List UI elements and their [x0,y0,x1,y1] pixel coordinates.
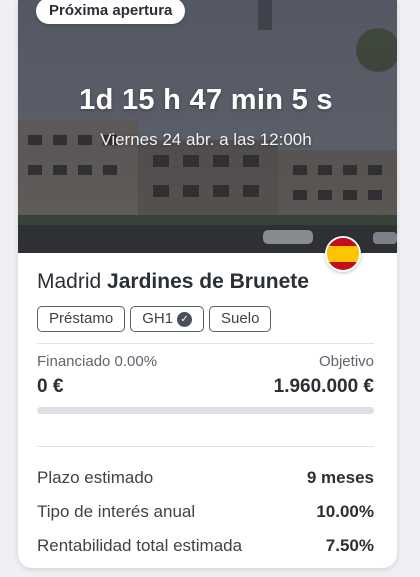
project-title: Madrid Jardines de Brunete [37,270,309,294]
hero-overlay [18,0,397,253]
verified-check-icon: ✓ [177,311,193,327]
tag-rating[interactable]: GH1 ✓ [130,306,205,332]
spain-flag-icon [325,236,361,272]
detail-value: 7.50% [325,536,374,555]
divider [37,343,374,344]
project-city: Madrid [37,270,102,293]
detail-label: Plazo estimado [37,468,154,487]
project-name: Jardines de Brunete [107,270,309,293]
target-label: Objetivo [318,353,374,370]
status-badge: Próxima apertura [36,0,186,24]
detail-value: 9 meses [306,468,374,487]
countdown-timer: 1d 15 h 47 min 5 s [79,84,333,116]
tag-loan: Préstamo [37,306,126,332]
tag-label: Préstamo [49,310,114,327]
divider [37,446,374,447]
tag-list: Préstamo GH1 ✓ Suelo [37,306,272,332]
financed-value: 0 € [37,376,64,397]
tag-label: GH1 [142,310,174,327]
financed-label: Financiado 0.00% [37,353,158,370]
detail-label: Rentabilidad total estimada [37,536,243,555]
tag-label: Suelo [221,310,260,327]
tag-land: Suelo [209,306,272,332]
opening-date: Viernes 24 abr. a las 12:00h [100,130,312,149]
project-hero-image: Próxima apertura 1d 15 h 47 min 5 s Vier… [18,0,397,253]
project-card[interactable]: Próxima apertura 1d 15 h 47 min 5 s Vier… [18,0,397,568]
funding-progress-bar [37,407,374,414]
detail-value: 10.00% [316,502,374,521]
detail-label: Tipo de interés anual [37,502,196,521]
target-value: 1.960.000 € [273,376,374,397]
